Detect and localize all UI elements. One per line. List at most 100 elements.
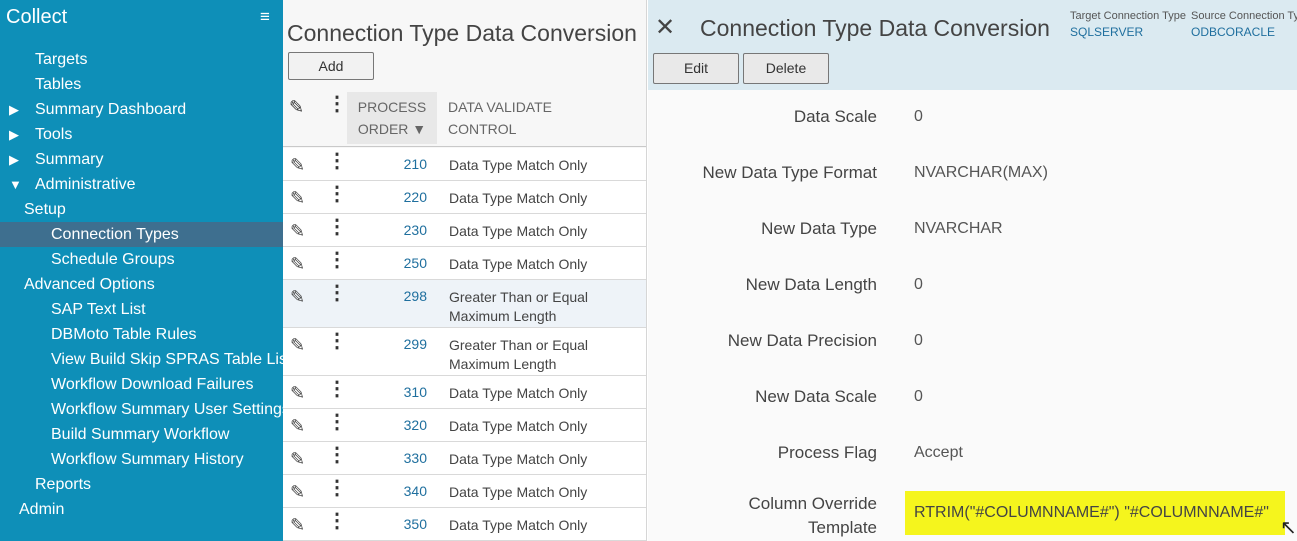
sidebar-item[interactable]: Connection Types <box>0 222 283 247</box>
sidebar-item[interactable]: ▼ Administrative <box>0 172 283 197</box>
hamburger-icon[interactable]: ≡ <box>260 7 270 27</box>
sidebar-item[interactable]: SAP Text List <box>0 297 283 322</box>
field-label: New Data Type Format <box>702 163 877 182</box>
pencil-icon[interactable]: ✎ <box>290 155 305 176</box>
sidebar-item[interactable]: View Build Skip SPRAS Table List <box>0 347 283 372</box>
process-order-header-line2: ORDER ▼ <box>357 121 427 137</box>
sidebar-item[interactable]: Workflow Download Failures <box>0 372 283 397</box>
sidebar-item[interactable]: Tables <box>0 72 283 97</box>
pencil-icon[interactable]: ✎ <box>290 188 305 209</box>
table-row[interactable]: ✎ ⋮ 210 Data Type Match Only <box>283 148 646 181</box>
app-title: Collect <box>6 6 68 28</box>
add-button[interactable]: Add <box>288 52 374 80</box>
pencil-icon[interactable]: ✎ <box>290 287 305 308</box>
list-panel-title: Connection Type Data Conversion <box>287 20 637 46</box>
sidebar-item[interactable]: Targets <box>0 47 283 72</box>
source-connection-type-value: ODBCORACLE <box>1191 25 1276 39</box>
pencil-icon[interactable]: ✎ <box>290 254 305 275</box>
sidebar-item-label: Advanced Options <box>24 276 155 293</box>
data-validate-cell: Data Type Match Only <box>449 484 588 500</box>
pencil-icon[interactable]: ✎ <box>290 449 305 470</box>
sidebar-item[interactable]: Workflow Summary History <box>0 447 283 472</box>
collapsed-triangle-icon: ▶ <box>9 127 19 142</box>
column-override-template-value[interactable]: RTRIM("#COLUMNNAME#") "#COLUMNNAME#" <box>905 491 1285 535</box>
field-value: 0 <box>914 388 923 405</box>
kebab-menu-icon[interactable]: ⋮ <box>327 445 347 465</box>
sidebar-item[interactable]: ▶ Summary Dashboard <box>0 97 283 122</box>
sidebar-item[interactable]: ▶ Summary <box>0 147 283 172</box>
data-validate-header-line1: DATA VALIDATE <box>448 99 552 115</box>
field-value: 0 <box>914 276 923 293</box>
sidebar-item[interactable]: DBMoto Table Rules <box>0 322 283 347</box>
kebab-menu-icon[interactable]: ⋮ <box>327 283 347 303</box>
table-row[interactable]: ✎ ⋮ 298 Greater Than or Equal Maximum Lengt… <box>283 280 646 328</box>
kebab-menu-icon[interactable]: ⋮ <box>327 331 347 351</box>
data-validate-cell: Greater Than or Equal Maximum Length <box>449 289 589 324</box>
sidebar-item[interactable]: Advanced Options <box>0 272 283 297</box>
process-order-cell: 320 <box>403 417 427 433</box>
kebab-menu-icon[interactable]: ⋮ <box>327 151 347 171</box>
sidebar-item-label: Tables <box>35 76 82 93</box>
pencil-icon[interactable]: ✎ <box>290 482 305 503</box>
sidebar-item-label: Schedule Groups <box>51 251 175 268</box>
table-row[interactable]: ✎ ⋮ 350 Data Type Match Only <box>283 508 646 541</box>
detail-title: Connection Type Data Conversion <box>700 15 1050 41</box>
sidebar-item[interactable]: Setup <box>0 197 283 222</box>
sidebar-item[interactable]: Build Summary Workflow <box>0 422 283 447</box>
table-row[interactable]: ✎ ⋮ 330 Data Type Match Only <box>283 442 646 475</box>
kebab-menu-icon[interactable]: ⋮ <box>327 379 347 399</box>
table-row[interactable]: ✎ ⋮ 310 Data Type Match Only <box>283 376 646 409</box>
sidebar-item-label: Summary Dashboard <box>35 101 187 118</box>
sidebar-item-label: Build Summary Workflow <box>51 426 230 443</box>
close-icon[interactable]: ✕ <box>655 13 675 42</box>
pencil-icon[interactable]: ✎ <box>290 221 305 242</box>
sidebar-item[interactable]: Admin <box>0 497 283 522</box>
process-order-cell: 310 <box>403 384 427 400</box>
sidebar-item[interactable]: ▶ Tools <box>0 122 283 147</box>
sidebar-item-label: Admin <box>19 501 65 518</box>
table-row[interactable]: ✎ ⋮ 320 Data Type Match Only <box>283 409 646 442</box>
list-panel: Connection Type Data Conversion Add ✎ ⋮ … <box>283 0 647 541</box>
field-label: Data Scale <box>793 107 877 126</box>
edit-button[interactable]: Edit <box>653 53 739 84</box>
kebab-menu-icon[interactable]: ⋮ <box>327 250 347 270</box>
column-override-label-line1: Column Override <box>748 494 878 513</box>
field-value: NVARCHAR(MAX) <box>914 164 1048 181</box>
data-validate-cell: Data Type Match Only <box>449 157 588 173</box>
field-value: Accept <box>914 444 963 461</box>
column-override-label-line2: Template <box>808 518 877 537</box>
data-validate-header[interactable]: DATA VALIDATE CONTROL <box>448 96 552 140</box>
pencil-icon[interactable]: ✎ <box>290 416 305 437</box>
table-row[interactable]: ✎ ⋮ 250 Data Type Match Only <box>283 247 646 280</box>
pencil-icon[interactable]: ✎ <box>290 335 305 356</box>
data-validate-cell: Data Type Match Only <box>449 223 588 239</box>
sidebar-item[interactable]: Reports <box>0 472 283 497</box>
target-connection-type-value: SQLSERVER <box>1070 25 1144 39</box>
table-row[interactable]: ✎ ⋮ 220 Data Type Match Only <box>283 181 646 214</box>
sidebar-item-label: Tools <box>35 126 73 143</box>
process-order-cell: 340 <box>403 483 427 499</box>
sidebar-item-label: View Build Skip SPRAS Table List <box>51 351 283 368</box>
sidebar-item[interactable]: Schedule Groups <box>0 247 283 272</box>
pencil-icon[interactable]: ✎ <box>290 515 305 536</box>
pencil-icon: ✎ <box>289 97 305 117</box>
process-order-header[interactable]: PROCESS ORDER ▼ <box>347 92 437 144</box>
process-order-cell: 220 <box>403 189 427 205</box>
kebab-menu-icon[interactable]: ⋮ <box>327 478 347 498</box>
delete-button[interactable]: Delete <box>743 53 829 84</box>
table-row[interactable]: ✎ ⋮ 230 Data Type Match Only <box>283 214 646 247</box>
sidebar-item-label: Connection Types <box>51 226 179 243</box>
table-row[interactable]: ✎ ⋮ 340 Data Type Match Only <box>283 475 646 508</box>
pencil-icon[interactable]: ✎ <box>290 383 305 404</box>
kebab-menu-icon[interactable]: ⋮ <box>327 412 347 432</box>
sidebar-item-label: Workflow Download Failures <box>51 376 254 393</box>
kebab-menu-icon[interactable]: ⋮ <box>327 217 347 237</box>
sidebar-item-label: Workflow Summary User Settings <box>51 401 283 418</box>
detail-header: ✕ Connection Type Data Conversion Target… <box>648 0 1297 90</box>
field-label: New Data Scale <box>755 387 877 406</box>
sidebar-item[interactable]: Workflow Summary User Settings <box>0 397 283 422</box>
kebab-menu-icon[interactable]: ⋮ <box>327 511 347 531</box>
kebab-menu-icon[interactable]: ⋮ <box>327 184 347 204</box>
table-row[interactable]: ✎ ⋮ 299 Greater Than or Equal Maximum Lengt… <box>283 328 646 376</box>
process-order-cell: 250 <box>403 255 427 271</box>
